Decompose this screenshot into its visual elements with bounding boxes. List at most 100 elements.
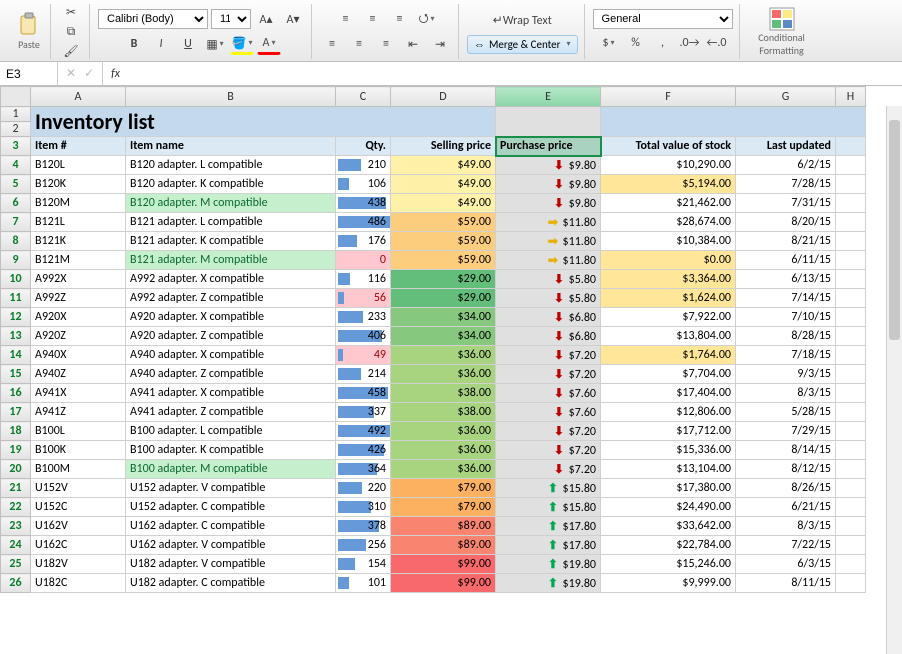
cell-sell[interactable]: $79.00 — [391, 498, 496, 517]
hdr-buy[interactable]: Purchase price — [496, 137, 601, 156]
col-header-E[interactable]: E — [496, 87, 601, 107]
row-header-4[interactable]: 4 — [1, 156, 31, 175]
cell-qty[interactable]: 176 — [336, 232, 391, 251]
cell-date[interactable]: 7/14/15 — [736, 289, 836, 308]
cell-qty[interactable]: 220 — [336, 479, 391, 498]
cell-item[interactable]: B120K — [31, 175, 126, 194]
cell-item[interactable]: B100L — [31, 422, 126, 441]
conditional-formatting-button[interactable]: Conditional Formatting — [748, 5, 816, 59]
cell-F1[interactable] — [601, 107, 866, 137]
cell-name[interactable]: B120 adapter. M compatible — [126, 194, 336, 213]
cell-date[interactable]: 8/3/15 — [736, 517, 836, 536]
cell-qty[interactable]: 233 — [336, 308, 391, 327]
col-header-D[interactable]: D — [391, 87, 496, 107]
formula-input[interactable] — [120, 62, 902, 85]
fill-color-button[interactable]: 🪣 — [230, 33, 254, 55]
cell-buy[interactable]: ⬇ $6.80 — [496, 308, 601, 327]
row-header-18[interactable]: 18 — [1, 422, 31, 441]
cell-sell[interactable]: $89.00 — [391, 517, 496, 536]
cell-buy[interactable]: ⬇ $7.20 — [496, 346, 601, 365]
cell-name[interactable]: U152 adapter. V compatible — [126, 479, 336, 498]
row-header-23[interactable]: 23 — [1, 517, 31, 536]
cell-qty[interactable]: 426 — [336, 441, 391, 460]
cell-name[interactable]: A992 adapter. Z compatible — [126, 289, 336, 308]
cell-date[interactable]: 8/3/15 — [736, 384, 836, 403]
copy-icon[interactable]: ⧉ — [59, 24, 83, 40]
col-header-C[interactable]: C — [336, 87, 391, 107]
col-header-H[interactable]: H — [836, 87, 866, 107]
vertical-scrollbar[interactable] — [886, 106, 902, 654]
cell-buy[interactable]: ⬇ $5.80 — [496, 289, 601, 308]
cell-buy[interactable]: ⬇ $7.20 — [496, 441, 601, 460]
cell-name[interactable]: U162 adapter. V compatible — [126, 536, 336, 555]
cell-total[interactable]: $15,336.00 — [601, 441, 736, 460]
cell-date[interactable]: 7/31/15 — [736, 194, 836, 213]
cell-qty[interactable]: 56 — [336, 289, 391, 308]
cell-total[interactable]: $1,624.00 — [601, 289, 736, 308]
increase-font-icon[interactable]: A▴ — [254, 8, 278, 30]
cell-total[interactable]: $28,674.00 — [601, 213, 736, 232]
cell-empty[interactable] — [836, 479, 866, 498]
cell-qty[interactable]: 310 — [336, 498, 391, 517]
row-header-6[interactable]: 6 — [1, 194, 31, 213]
cell-sell[interactable]: $79.00 — [391, 479, 496, 498]
cell-empty[interactable] — [836, 194, 866, 213]
col-header-A[interactable]: A — [31, 87, 126, 107]
cell-sell[interactable]: $29.00 — [391, 289, 496, 308]
underline-button[interactable]: U — [176, 33, 200, 55]
cell-sell[interactable]: $36.00 — [391, 422, 496, 441]
cell-item[interactable]: U182V — [31, 555, 126, 574]
cell-empty[interactable] — [836, 498, 866, 517]
cell-qty[interactable]: 214 — [336, 365, 391, 384]
font-size-select[interactable]: 11 — [211, 9, 251, 29]
row-header-8[interactable]: 8 — [1, 232, 31, 251]
cell-date[interactable]: 8/26/15 — [736, 479, 836, 498]
cell-empty[interactable] — [836, 327, 866, 346]
align-left-icon[interactable]: ≡ — [320, 33, 344, 55]
cell-empty[interactable] — [836, 555, 866, 574]
cell-name[interactable]: B100 adapter. K compatible — [126, 441, 336, 460]
cell-item[interactable]: U182C — [31, 574, 126, 593]
cell-name[interactable]: U162 adapter. C compatible — [126, 517, 336, 536]
cell-buy[interactable]: ➡ $11.80 — [496, 213, 601, 232]
cell-buy[interactable]: ⬇ $7.60 — [496, 403, 601, 422]
merge-center-button[interactable]: ⇔ Merge & Center — [467, 35, 578, 54]
cell-qty[interactable]: 438 — [336, 194, 391, 213]
cell-empty[interactable] — [836, 213, 866, 232]
cell-date[interactable]: 7/22/15 — [736, 536, 836, 555]
cell-date[interactable]: 8/28/15 — [736, 327, 836, 346]
row-header-17[interactable]: 17 — [1, 403, 31, 422]
hdr-date[interactable]: Last updated — [736, 137, 836, 156]
cell-name[interactable]: B120 adapter. K compatible — [126, 175, 336, 194]
select-all-corner[interactable] — [1, 87, 31, 107]
cell-sell[interactable]: $89.00 — [391, 536, 496, 555]
cell-buy[interactable]: ⬇ $9.80 — [496, 156, 601, 175]
cell-sell[interactable]: $59.00 — [391, 232, 496, 251]
decrease-indent-icon[interactable]: ⇤ — [401, 33, 425, 55]
cell-sell[interactable]: $36.00 — [391, 365, 496, 384]
name-box[interactable] — [0, 62, 58, 85]
font-name-select[interactable]: Calibri (Body) — [98, 9, 208, 29]
cell-name[interactable]: U182 adapter. C compatible — [126, 574, 336, 593]
cell-item[interactable]: B100M — [31, 460, 126, 479]
cell-empty[interactable] — [836, 422, 866, 441]
cell-empty[interactable] — [836, 175, 866, 194]
orientation-icon[interactable]: ⭯ — [415, 8, 439, 30]
cell-total[interactable]: $12,806.00 — [601, 403, 736, 422]
cell-sell[interactable]: $34.00 — [391, 327, 496, 346]
cell-qty[interactable]: 337 — [336, 403, 391, 422]
cell-qty[interactable]: 106 — [336, 175, 391, 194]
cell-item[interactable]: U162V — [31, 517, 126, 536]
align-bottom-icon[interactable]: ≡ — [388, 8, 412, 30]
cell-buy[interactable]: ⬆ $19.80 — [496, 574, 601, 593]
cell-item[interactable]: A940Z — [31, 365, 126, 384]
cell-buy[interactable]: ⬇ $7.20 — [496, 422, 601, 441]
cell-buy[interactable]: ⬆ $19.80 — [496, 555, 601, 574]
cell-item[interactable]: A920X — [31, 308, 126, 327]
cell-sell[interactable]: $36.00 — [391, 441, 496, 460]
cell-buy[interactable]: ⬇ $5.80 — [496, 270, 601, 289]
cell-sell[interactable]: $99.00 — [391, 555, 496, 574]
cell-qty[interactable]: 492 — [336, 422, 391, 441]
cell-total[interactable]: $22,784.00 — [601, 536, 736, 555]
format-painter-icon[interactable]: 🖌 — [59, 43, 83, 60]
